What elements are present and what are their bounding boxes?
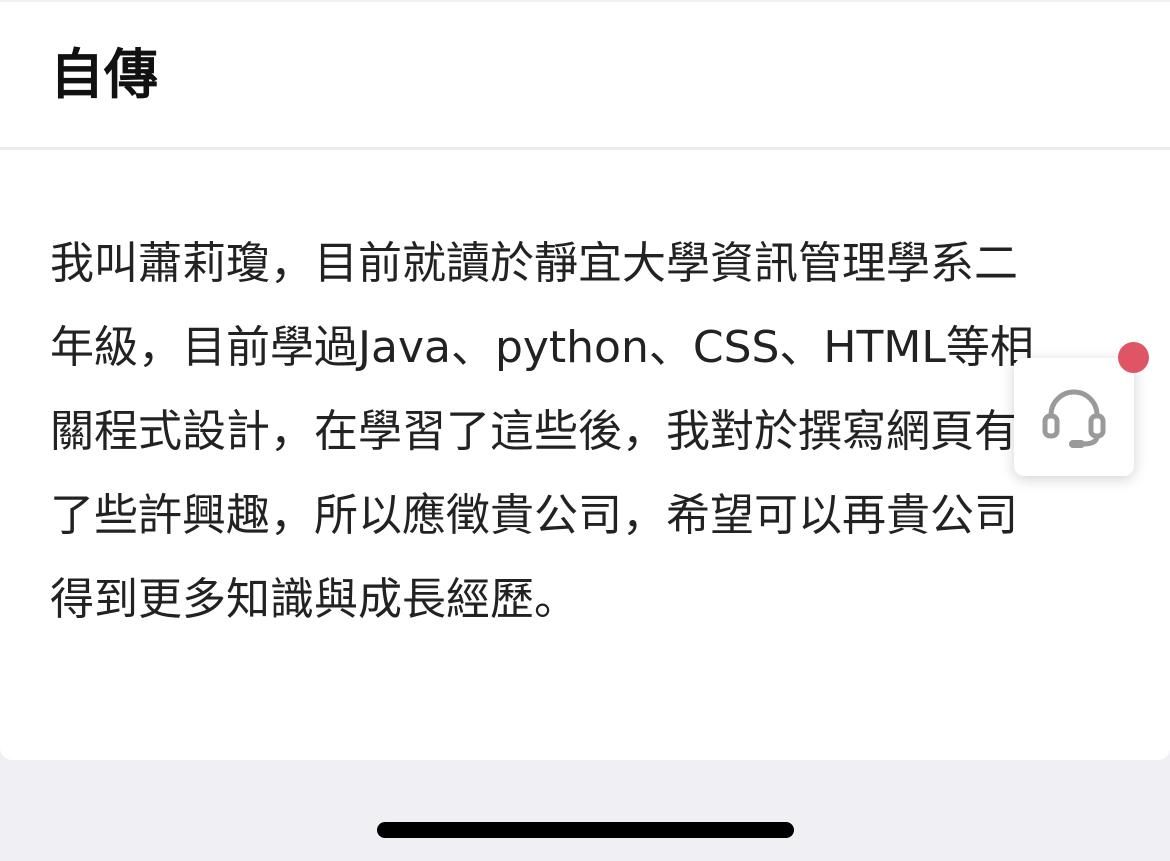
- notification-dot: [1118, 342, 1149, 373]
- text-line: 我叫蕭莉瓊，目前就讀於靜宜大學資訊管理學系二: [50, 238, 1018, 289]
- home-indicator[interactable]: [377, 822, 794, 838]
- text-line: 了些許興趣，所以應徵貴公司，希望可以再貴公司: [50, 490, 1018, 541]
- autobiography-text: 我叫蕭莉瓊，目前就讀於靜宜大學資訊管理學系二 年級，目前學過Java、pytho…: [50, 222, 1120, 642]
- section-title: 自傳: [50, 43, 158, 106]
- text-line: 年級，目前學過Java、python、CSS、HTML等相: [50, 322, 1034, 373]
- text-line: 關程式設計，在學習了這些後，我對於撰寫網頁有: [50, 406, 1018, 457]
- customer-support-button[interactable]: [1014, 358, 1134, 476]
- autobiography-card: 自傳 我叫蕭莉瓊，目前就讀於靜宜大學資訊管理學系二 年級，目前學過Java、py…: [0, 2, 1170, 760]
- text-line: 得到更多知識與成長經歷。: [50, 574, 578, 625]
- card-header: 自傳: [0, 2, 1170, 150]
- headset-icon: [1042, 389, 1106, 448]
